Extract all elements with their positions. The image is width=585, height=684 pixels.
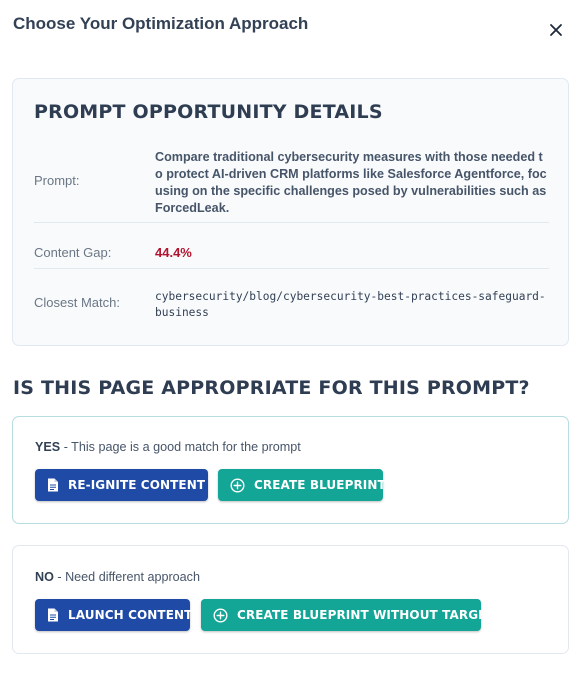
option-no-description: - Need different approach	[53, 570, 200, 584]
question-heading: Is this page appropriate for this prompt…	[13, 377, 530, 399]
prompt-value: Compare traditional cybersecurity measur…	[155, 150, 547, 215]
modal-title: Choose Your Optimization Approach	[13, 14, 309, 33]
option-yes-description: - This page is a good match for the prom…	[60, 440, 301, 454]
reignite-content-button[interactable]: Re-ignite Content	[35, 469, 208, 501]
option-no-text: NO - Need different approach	[35, 570, 200, 584]
divider	[34, 222, 549, 223]
plus-circle-icon	[230, 477, 245, 493]
close-icon	[550, 24, 562, 36]
optimization-modal: Choose Your Optimization Approach Prompt…	[0, 0, 585, 684]
closest-match-row: Closest Match: cybersecurity/blog/cybers…	[34, 277, 549, 327]
prompt-details-card: Prompt Opportunity Details Prompt: Compa…	[12, 78, 569, 346]
closest-match-label: Closest Match:	[34, 295, 120, 310]
create-blueprint-without-target-button[interactable]: Create Blueprint Without Target	[201, 599, 495, 631]
document-icon	[48, 608, 58, 622]
reignite-content-label: Re-ignite Content	[68, 478, 206, 492]
closest-match-value: cybersecurity/blog/cybersecurity-best-pr…	[155, 290, 546, 319]
create-blueprint-label: Create Blueprint	[254, 478, 386, 492]
prompt-row: Prompt: Compare traditional cybersecurit…	[34, 148, 549, 215]
create-blueprint-button[interactable]: Create Blueprint	[218, 469, 386, 501]
launch-content-label: Launch Content	[68, 608, 193, 622]
option-yes-text: YES - This page is a good match for the …	[35, 440, 301, 454]
content-gap-value: 44.4%	[155, 245, 192, 260]
details-heading: Prompt Opportunity Details	[34, 101, 383, 123]
divider	[34, 268, 549, 269]
content-gap-label: Content Gap:	[34, 245, 112, 260]
option-no-card: NO - Need different approach Launch Cont…	[12, 545, 569, 654]
plus-circle-icon	[213, 607, 228, 623]
option-no-keyword: NO	[35, 570, 54, 584]
launch-content-button[interactable]: Launch Content	[35, 599, 193, 631]
content-gap-row: Content Gap: 44.4%	[34, 231, 549, 271]
document-icon	[48, 478, 58, 492]
close-button[interactable]	[547, 21, 565, 39]
option-yes-card: YES - This page is a good match for the …	[12, 416, 569, 524]
option-yes-keyword: YES	[35, 440, 61, 454]
create-blueprint-without-target-label: Create Blueprint Without Target	[237, 608, 495, 622]
prompt-label: Prompt:	[34, 173, 80, 188]
